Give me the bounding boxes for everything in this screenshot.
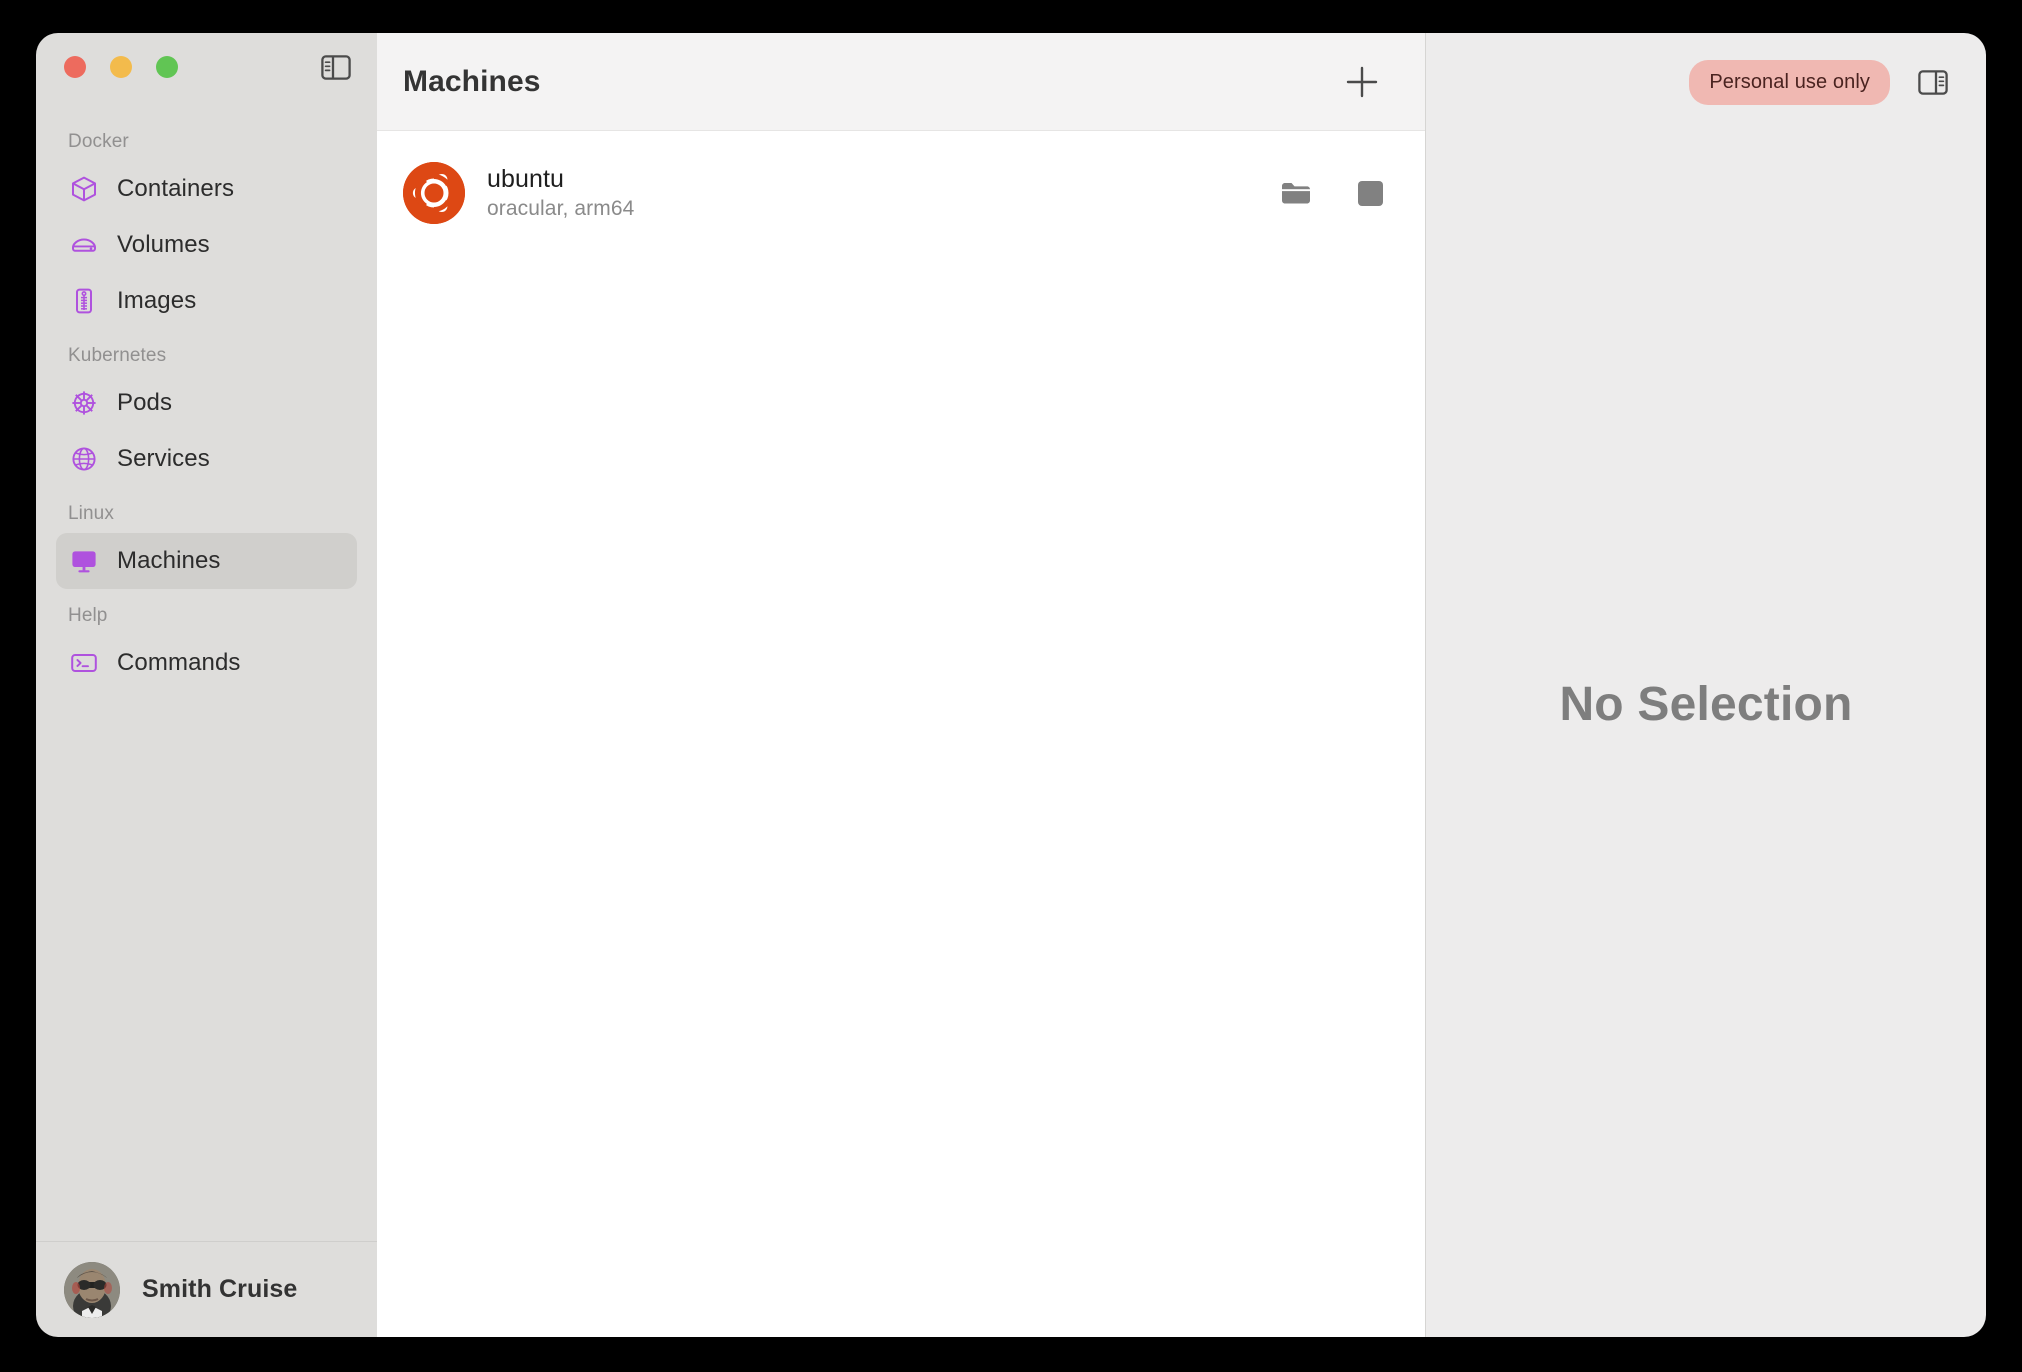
close-button[interactable] bbox=[64, 56, 86, 78]
sidebar-item-label: Commands bbox=[117, 649, 241, 676]
sidebar-item-label: Containers bbox=[117, 175, 235, 202]
detail-pane: Personal use only No Selection bbox=[1426, 33, 1986, 1337]
folder-icon[interactable] bbox=[1279, 176, 1313, 210]
globe-icon bbox=[70, 445, 98, 473]
maximize-button[interactable] bbox=[156, 56, 178, 78]
user-name: Smith Cruise bbox=[142, 1275, 298, 1303]
machine-text: ubuntu oracular, arm64 bbox=[487, 165, 634, 221]
sidebar-item-machines[interactable]: Machines bbox=[56, 533, 357, 589]
list-header: Machines bbox=[377, 33, 1425, 131]
sidebar-item-pods[interactable]: Pods bbox=[56, 375, 357, 431]
machines-list-pane: Machines ubuntu oracular, arm64 bbox=[377, 33, 1426, 1337]
sidebar-item-volumes[interactable]: Volumes bbox=[56, 217, 357, 273]
minimize-button[interactable] bbox=[110, 56, 132, 78]
avatar bbox=[64, 1261, 120, 1318]
sidebar-item-containers[interactable]: Containers bbox=[56, 161, 357, 217]
archive-icon bbox=[70, 287, 98, 315]
sidebar-section-kubernetes-title: Kubernetes bbox=[68, 345, 167, 366]
sidebar-item-label: Images bbox=[117, 287, 197, 314]
sidebar-item-label: Machines bbox=[117, 547, 221, 574]
machines-list-body: ubuntu oracular, arm64 bbox=[377, 131, 1425, 1337]
sidebar-section-docker-title: Docker bbox=[68, 131, 129, 152]
traffic-light-group bbox=[64, 56, 178, 78]
ubuntu-logo-icon bbox=[403, 162, 465, 224]
machine-actions bbox=[1279, 176, 1387, 210]
status-badge: Personal use only bbox=[1689, 59, 1890, 105]
inspector-toggle-icon[interactable] bbox=[1916, 67, 1950, 97]
drive-icon bbox=[70, 231, 98, 259]
detail-header: Personal use only bbox=[1426, 33, 1986, 131]
stop-square-icon[interactable] bbox=[1353, 176, 1387, 210]
sidebar-item-label: Services bbox=[117, 445, 210, 472]
sidebar-section-help-title: Help bbox=[68, 605, 108, 626]
sidebar-item-label: Volumes bbox=[117, 231, 210, 258]
user-profile-row[interactable]: Smith Cruise bbox=[36, 1241, 377, 1337]
sidebar-titlebar bbox=[36, 33, 377, 101]
helm-wheel-icon bbox=[70, 389, 98, 417]
cube-icon bbox=[70, 175, 98, 203]
machine-subtitle: oracular, arm64 bbox=[487, 197, 635, 220]
machine-list-item[interactable]: ubuntu oracular, arm64 bbox=[377, 147, 1425, 239]
sidebar-nav: Docker Containers Volumes Images Kuberne… bbox=[36, 101, 377, 1241]
sidebar-item-images[interactable]: Images bbox=[56, 273, 357, 329]
sidebar-item-commands[interactable]: Commands bbox=[56, 635, 357, 691]
sidebar: Docker Containers Volumes Images Kuberne… bbox=[36, 33, 377, 1337]
sidebar-toggle-icon[interactable] bbox=[319, 52, 353, 82]
app-window: Docker Containers Volumes Images Kuberne… bbox=[36, 33, 1986, 1337]
sidebar-item-label: Pods bbox=[117, 389, 173, 416]
add-machine-button[interactable] bbox=[1339, 59, 1385, 105]
empty-state-text: No Selection bbox=[1559, 677, 1853, 731]
sidebar-section-linux-title: Linux bbox=[68, 503, 114, 524]
display-icon bbox=[70, 547, 98, 575]
detail-body: No Selection bbox=[1426, 131, 1986, 1337]
sidebar-item-services[interactable]: Services bbox=[56, 431, 357, 487]
machine-name: ubuntu bbox=[487, 165, 565, 193]
terminal-icon bbox=[70, 649, 98, 677]
page-title: Machines bbox=[403, 64, 541, 98]
